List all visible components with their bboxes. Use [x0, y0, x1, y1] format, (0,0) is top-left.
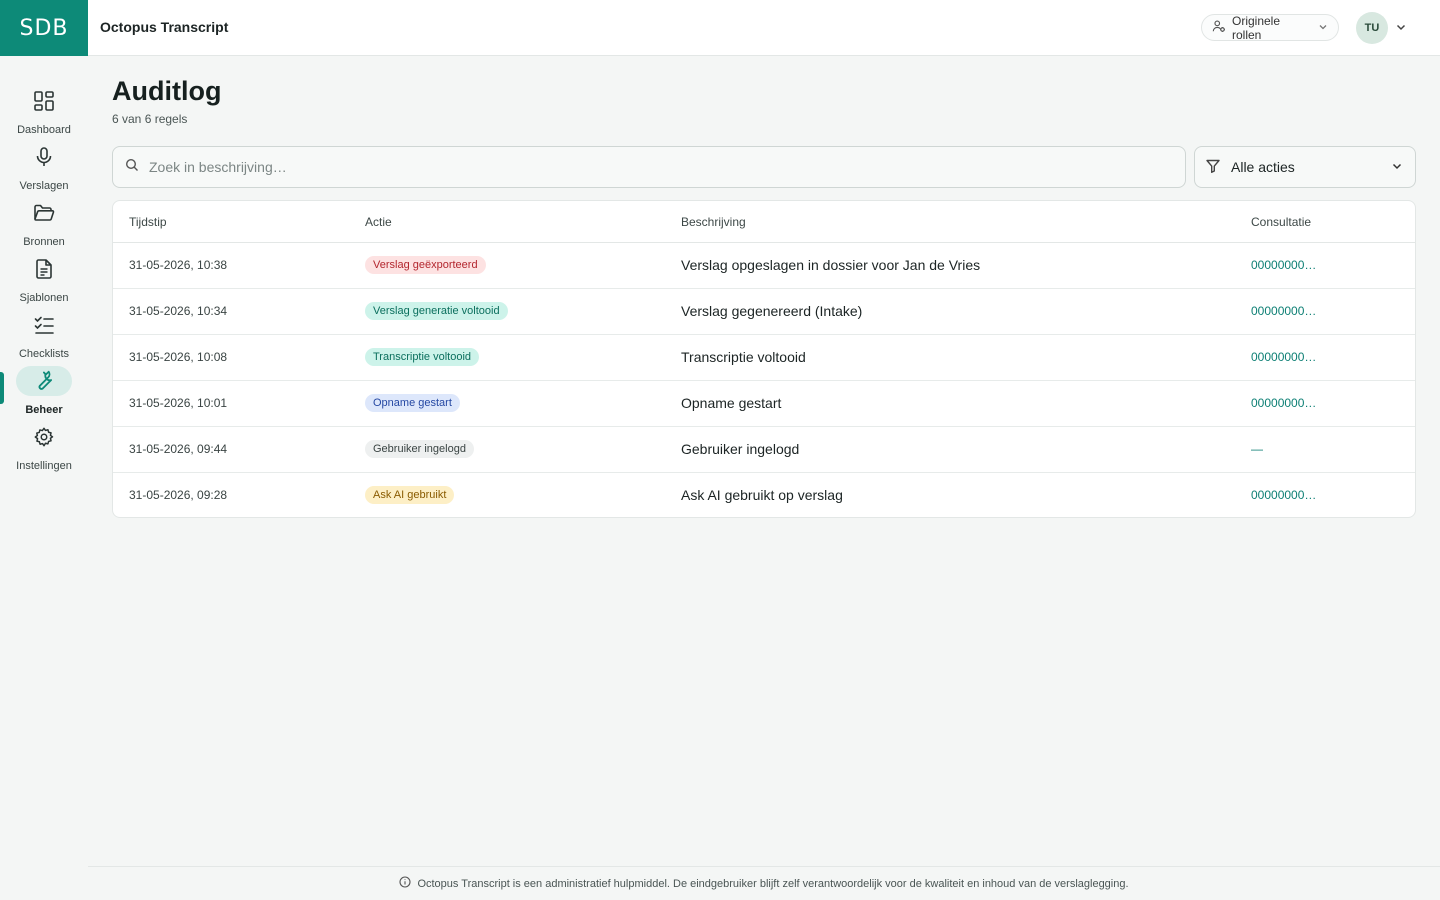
document-icon: [16, 254, 72, 284]
consultation-empty: —: [1251, 442, 1263, 456]
sidebar-item-label: Sjablonen: [19, 292, 69, 304]
search-icon: [125, 158, 139, 177]
action-badge: Ask AI gebruikt: [365, 486, 455, 504]
search-input[interactable]: [149, 159, 1173, 175]
user-switch-icon: [1212, 19, 1226, 36]
disclaimer-text: Octopus Transcript is een administratief…: [417, 877, 1129, 890]
search-field[interactable]: [112, 146, 1186, 188]
timestamp-cell: 31-05-2026, 10:34: [129, 304, 228, 318]
timestamp-cell: 31-05-2026, 10:08: [129, 350, 228, 364]
timestamp-cell: 31-05-2026, 09:44: [129, 442, 228, 456]
chevron-down-icon: [1391, 159, 1403, 175]
row-count: 6 van 6 regels: [112, 112, 188, 126]
description-cell: Gebruiker ingelogd: [681, 441, 800, 457]
action-badge: Opname gestart: [365, 394, 460, 412]
description-cell: Transcriptie voltooid: [681, 349, 806, 365]
chevron-down-icon: [1318, 21, 1328, 35]
action-badge-cell: Opname gestart: [365, 394, 460, 412]
description-cell: Opname gestart: [681, 395, 782, 411]
info-icon: [399, 876, 411, 891]
audit-table: Tijdstip Actie Beschrijving Consultatie …: [112, 200, 1416, 518]
checklist-icon: [16, 310, 72, 340]
page-title: Auditlog: [112, 76, 222, 106]
description-cell: Verslag gegenereerd (Intake): [681, 303, 863, 319]
action-badge-cell: Verslag generatie voltooid: [365, 302, 508, 320]
consultation-link[interactable]: 00000000…: [1251, 488, 1316, 502]
sidebar-item-label: Beheer: [25, 404, 63, 416]
action-badge: Verslag generatie voltooid: [365, 302, 508, 320]
action-badge-cell: Transcriptie voltooid: [365, 348, 480, 366]
action-badge: Gebruiker ingelogd: [365, 440, 474, 458]
consultation-link[interactable]: 00000000…: [1251, 258, 1316, 272]
consultation-link[interactable]: 00000000…: [1251, 396, 1316, 410]
sidebar-item-sjablonen[interactable]: Sjablonen: [0, 254, 88, 310]
microphone-icon: [16, 142, 72, 172]
action-badge: Transcriptie voltooid: [365, 348, 480, 366]
sidebar-item-checklists[interactable]: Checklists: [0, 310, 88, 366]
sidebar-item-label: Verslagen: [19, 180, 69, 192]
table-row[interactable]: 31-05-2026, 10:01 Opname gestart Opname …: [113, 381, 1415, 427]
wrench-icon: [16, 366, 72, 396]
folder-open-icon: [16, 198, 72, 228]
gear-icon: [16, 422, 72, 452]
column-header-consultation[interactable]: Consultatie: [1251, 215, 1311, 229]
action-badge-cell: Gebruiker ingelogd: [365, 440, 474, 458]
consultation-link[interactable]: 00000000…: [1251, 350, 1316, 364]
column-header-timestamp[interactable]: Tijdstip: [129, 215, 167, 229]
avatar-chevron-down-icon[interactable]: [1394, 20, 1408, 34]
table-row[interactable]: 31-05-2026, 09:28 Ask AI gebruikt Ask AI…: [113, 473, 1415, 517]
action-filter-select[interactable]: Alle acties: [1194, 146, 1416, 188]
sidebar-item-instellingen[interactable]: Instellingen: [0, 422, 88, 478]
table-header: Tijdstip Actie Beschrijving Consultatie: [113, 201, 1415, 243]
column-header-description[interactable]: Beschrijving: [681, 215, 746, 229]
description-cell: Verslag opgeslagen in dossier voor Jan d…: [681, 257, 981, 273]
table-row[interactable]: 31-05-2026, 10:08 Transcriptie voltooid …: [113, 335, 1415, 381]
sidebar-item-verslagen[interactable]: Verslagen: [0, 142, 88, 198]
sidebar-item-label: Dashboard: [17, 124, 71, 136]
original-roles-label: Originele rollen: [1232, 13, 1281, 42]
sidebar-item-dashboard[interactable]: Dashboard: [0, 86, 88, 142]
filter-icon: [1205, 158, 1221, 177]
sidebar-nav: Dashboard Verslagen Bronnen Sjablonen Ch…: [0, 56, 88, 900]
dashboard-grid-icon: [16, 86, 72, 116]
table-row[interactable]: 31-05-2026, 10:38 Verslag geëxporteerd V…: [113, 243, 1415, 289]
app-title: Octopus Transcript: [100, 19, 229, 35]
top-bar: SDB Octopus Transcript Originele rollen …: [0, 0, 1440, 56]
column-header-action[interactable]: Actie: [365, 215, 392, 229]
sidebar-item-label: Instellingen: [16, 460, 72, 472]
timestamp-cell: 31-05-2026, 10:01: [129, 396, 228, 410]
description-cell: Ask AI gebruikt op verslag: [681, 487, 843, 503]
timestamp-cell: 31-05-2026, 10:38: [129, 258, 228, 272]
table-row[interactable]: 31-05-2026, 09:44 Gebruiker ingelogd Geb…: [113, 427, 1415, 473]
action-filter-value: Alle acties: [1231, 159, 1295, 175]
footer-disclaimer: Octopus Transcript is een administratief…: [88, 866, 1440, 900]
original-roles-button[interactable]: Originele rollen: [1201, 13, 1339, 42]
timestamp-cell: 31-05-2026, 09:28: [129, 488, 228, 502]
logo-text: SDB: [19, 15, 69, 41]
user-avatar[interactable]: TU: [1356, 12, 1388, 44]
action-badge: Verslag geëxporteerd: [365, 256, 486, 274]
table-row[interactable]: 31-05-2026, 10:34 Verslag generatie volt…: [113, 289, 1415, 335]
action-badge-cell: Verslag geëxporteerd: [365, 256, 486, 274]
sidebar-item-beheer[interactable]: Beheer: [0, 366, 88, 422]
action-badge-cell: Ask AI gebruikt: [365, 486, 455, 504]
sdb-logo[interactable]: SDB: [0, 0, 88, 56]
sidebar-item-bronnen[interactable]: Bronnen: [0, 198, 88, 254]
sidebar-item-label: Bronnen: [23, 236, 65, 248]
sidebar-item-label: Checklists: [18, 348, 70, 360]
consultation-link[interactable]: 00000000…: [1251, 304, 1316, 318]
